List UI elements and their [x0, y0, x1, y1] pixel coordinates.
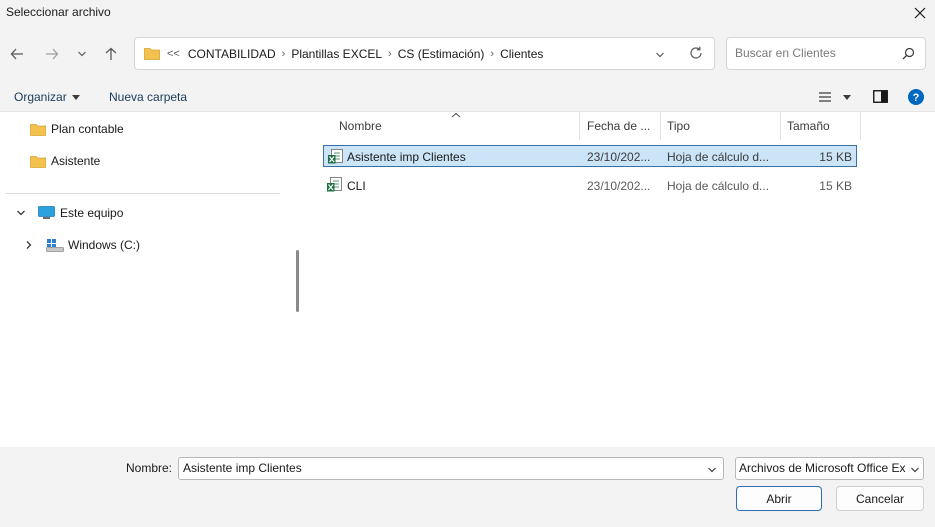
excel-file-icon — [327, 177, 342, 192]
title-bar: Seleccionar archivo — [0, 0, 935, 26]
file-name-dropdown-button[interactable] — [707, 464, 717, 478]
file-type-value: Archivos de Microsoft Office Ex — [739, 461, 906, 475]
window-title: Seleccionar archivo — [6, 5, 111, 19]
chevron-right-icon[interactable]: › — [490, 48, 494, 60]
breadcrumb-overflow[interactable]: << — [167, 48, 180, 60]
forward-button[interactable] — [40, 42, 64, 66]
chevron-down-icon — [656, 52, 664, 58]
address-history-dropdown[interactable] — [655, 49, 665, 63]
chevron-right-icon[interactable]: › — [388, 48, 392, 60]
sidebar-item-label: Windows (C:) — [68, 238, 141, 252]
folder-icon — [144, 47, 160, 60]
organize-menu-button[interactable]: Organizar — [14, 90, 80, 104]
sidebar-scrollbar-thumb[interactable] — [296, 250, 299, 312]
arrow-right-icon — [46, 48, 59, 60]
new-folder-button[interactable]: Nueva carpeta — [109, 90, 187, 104]
caret-down-icon — [71, 94, 80, 100]
file-row[interactable]: CLI 23/10/202... Hoja de cálculo d... 15… — [323, 174, 857, 196]
close-button[interactable] — [905, 0, 935, 26]
help-icon: ? — [908, 89, 924, 105]
preview-pane-button[interactable] — [873, 90, 888, 106]
sidebar-item-label: Plan contable — [51, 122, 124, 136]
folder-icon — [30, 123, 46, 136]
file-name: CLI — [347, 179, 366, 193]
breadcrumb-plantillas-excel[interactable]: Plantillas EXCEL — [291, 47, 382, 61]
file-row[interactable]: Asistente imp Clientes 23/10/202... Hoja… — [323, 145, 857, 167]
svg-text:?: ? — [913, 92, 920, 104]
open-button[interactable]: Abrir — [736, 486, 822, 511]
chevron-down-icon — [911, 467, 919, 473]
list-view-icon — [819, 92, 831, 102]
sidebar-item-plan-contable[interactable]: Plan contable — [30, 116, 124, 142]
file-type-select[interactable]: Archivos de Microsoft Office Ex — [735, 457, 924, 480]
caret-down-icon — [843, 94, 851, 100]
sidebar-item-este-equipo[interactable]: Este equipo — [16, 200, 123, 226]
file-date: 23/10/202... — [587, 179, 651, 193]
sidebar-item-windows-c[interactable]: Windows (C:) — [24, 232, 140, 258]
chevron-right-icon[interactable] — [24, 240, 34, 250]
file-name: Asistente imp Clientes — [347, 150, 466, 164]
breadcrumb-cs-estimacion[interactable]: CS (Estimación) — [398, 47, 485, 61]
search-box[interactable] — [726, 37, 926, 70]
search-input[interactable] — [735, 46, 895, 60]
column-header-nombre[interactable]: Nombre — [333, 112, 580, 140]
file-list: Nombre Fecha de ... Tipo Tamaño Asistent… — [305, 112, 935, 447]
folder-icon — [30, 155, 46, 168]
arrow-left-icon — [10, 48, 23, 60]
file-type-dropdown-button[interactable] — [908, 464, 920, 478]
cancel-button[interactable]: Cancelar — [836, 486, 924, 511]
breadcrumb-clientes[interactable]: Clientes — [500, 47, 543, 61]
chevron-down-icon — [78, 51, 86, 57]
column-header-fecha[interactable]: Fecha de ... — [581, 112, 661, 140]
back-button[interactable] — [5, 42, 29, 66]
file-name-combobox[interactable] — [178, 457, 724, 480]
chevron-down-icon — [708, 467, 716, 473]
preview-pane-icon — [873, 90, 888, 103]
dialog-footer: Nombre: Archivos de Microsoft Office Ex … — [0, 447, 935, 527]
column-header-tipo[interactable]: Tipo — [661, 112, 781, 140]
close-icon — [914, 7, 926, 19]
navigation-bar: << CONTABILIDAD › Plantillas EXCEL › CS … — [0, 26, 935, 82]
file-size: 15 KB — [819, 179, 852, 193]
file-name-label: Nombre: — [126, 461, 173, 475]
command-bar: Organizar Nueva carpeta ? — [0, 82, 935, 112]
file-date: 23/10/202... — [587, 150, 651, 164]
refresh-button[interactable] — [689, 46, 703, 63]
view-options-button[interactable] — [818, 91, 851, 103]
help-button[interactable]: ? — [908, 89, 924, 108]
monitor-icon — [38, 206, 55, 219]
organize-label: Organizar — [14, 90, 67, 104]
sidebar-item-asistente[interactable]: Asistente — [30, 148, 100, 174]
up-button[interactable] — [99, 42, 123, 66]
sidebar-divider — [6, 193, 280, 194]
recent-locations-button[interactable] — [70, 42, 94, 66]
sidebar-item-label: Este equipo — [60, 206, 124, 220]
file-type: Hoja de cálculo d... — [667, 150, 770, 164]
search-icon[interactable] — [902, 47, 915, 63]
file-type: Hoja de cálculo d... — [667, 179, 770, 193]
file-size: 15 KB — [819, 150, 852, 164]
refresh-icon — [690, 46, 702, 59]
navigation-pane: Plan contable Asistente Este equipo Wind… — [0, 112, 290, 447]
breadcrumb-contabilidad[interactable]: CONTABILIDAD — [188, 47, 276, 61]
excel-file-icon — [328, 149, 343, 164]
address-bar[interactable]: << CONTABILIDAD › Plantillas EXCEL › CS … — [134, 37, 715, 70]
column-header-tamano[interactable]: Tamaño — [781, 112, 861, 140]
arrow-up-icon — [105, 47, 117, 60]
file-name-input[interactable] — [183, 461, 693, 475]
drive-icon — [46, 239, 64, 252]
chevron-right-icon[interactable]: › — [282, 48, 286, 60]
sidebar-item-label: Asistente — [51, 154, 101, 168]
chevron-down-icon[interactable] — [16, 208, 26, 218]
